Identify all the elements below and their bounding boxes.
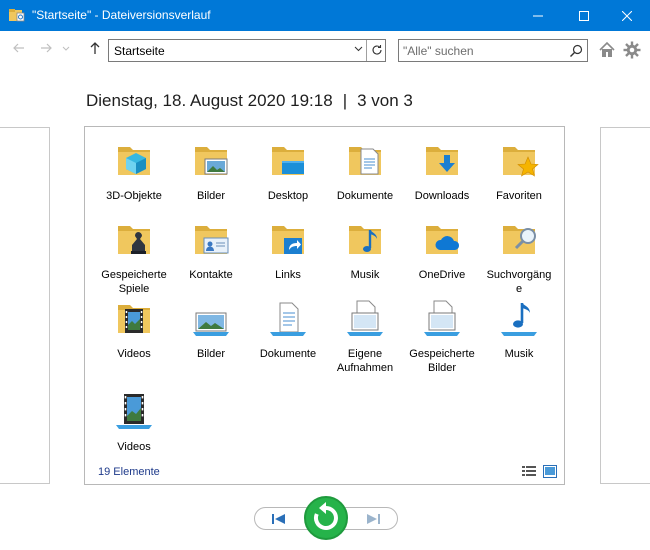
item-label: Favoriten xyxy=(496,190,542,202)
refresh-button[interactable] xyxy=(366,40,386,61)
list-item[interactable]: Downloads xyxy=(407,137,477,203)
search-box[interactable] xyxy=(398,39,588,62)
search-input[interactable] xyxy=(403,42,563,59)
item-label: Bilder xyxy=(196,190,226,202)
forward-button[interactable] xyxy=(37,41,55,59)
snapshot-header: Dienstag, 18. August 2020 19:18 | 3 von 3 xyxy=(86,91,413,111)
list-item[interactable]: Bilder xyxy=(176,137,246,203)
item-label: Gespeicherte Spiele xyxy=(101,269,167,295)
item-label: Musik xyxy=(504,348,534,360)
item-label: Gespeicherte Bilder xyxy=(409,348,475,374)
close-button[interactable] xyxy=(604,0,650,31)
item-label: OneDrive xyxy=(418,269,466,281)
folder-pictures-icon xyxy=(195,147,228,175)
refresh-icon xyxy=(371,45,382,55)
search-icon[interactable] xyxy=(568,43,584,59)
list-item[interactable]: Gespeicherte Bilder xyxy=(407,295,477,375)
restore-button[interactable] xyxy=(304,496,348,540)
close-icon xyxy=(622,10,632,21)
large-icons-view-icon[interactable] xyxy=(543,465,557,478)
up-button[interactable] xyxy=(86,41,104,59)
skip-previous-icon xyxy=(272,514,285,524)
folder-desktop-icon xyxy=(272,147,304,175)
address-text: Startseite xyxy=(114,44,165,58)
header-separator: | xyxy=(342,91,348,110)
item-label: Eigene Aufnahmen xyxy=(336,348,394,374)
file-list-panel: 3D-Objekte Bilder Desktop Dokumente Down… xyxy=(84,126,565,485)
snapshot-date: Dienstag, 18. August 2020 19:18 xyxy=(86,91,333,110)
library-recordings-icon xyxy=(347,300,383,336)
item-label: Desktop xyxy=(267,190,309,202)
snapshot-position: 3 von 3 xyxy=(357,91,413,110)
item-label: Videos xyxy=(117,441,151,453)
item-label: Bilder xyxy=(196,348,226,360)
next-snapshot-panel[interactable] xyxy=(600,127,650,484)
list-item[interactable]: OneDrive xyxy=(407,216,477,282)
list-item[interactable]: Kontakte xyxy=(176,216,246,282)
list-item[interactable]: Dokumente xyxy=(253,295,323,361)
minimize-button[interactable] xyxy=(515,0,561,31)
item-label: Videos xyxy=(117,348,151,360)
folder-3d-icon xyxy=(118,147,150,175)
list-item[interactable]: Favoriten xyxy=(484,137,554,203)
previous-snapshot-panel[interactable] xyxy=(0,127,50,484)
chevron-down-icon xyxy=(62,46,70,51)
library-videos-icon xyxy=(116,394,152,429)
item-count: 19 Elemente xyxy=(98,466,160,478)
maximize-button[interactable] xyxy=(561,0,607,31)
list-item[interactable]: Desktop xyxy=(253,137,323,203)
file-history-app-icon xyxy=(9,9,25,22)
folder-saved-games-icon xyxy=(118,226,150,254)
folder-links-icon xyxy=(272,226,304,254)
list-item[interactable]: Musik xyxy=(484,295,554,361)
item-label: Dokumente xyxy=(336,190,394,202)
skip-next-icon xyxy=(367,514,380,524)
item-label: Downloads xyxy=(414,190,470,202)
restore-icon xyxy=(314,502,338,530)
chevron-down-icon xyxy=(354,46,363,52)
folder-videos-icon xyxy=(118,305,150,333)
folder-onedrive-icon xyxy=(426,226,460,254)
list-item[interactable]: Suchvorgänge xyxy=(484,216,554,296)
item-label: Musik xyxy=(350,269,380,281)
back-button[interactable] xyxy=(10,41,28,59)
window-title: "Startseite" - Dateiversionsverlauf xyxy=(32,8,211,22)
folder-documents-icon xyxy=(349,147,381,175)
list-item[interactable]: Links xyxy=(253,216,323,282)
list-item[interactable]: Videos xyxy=(99,295,169,361)
folder-searches-icon xyxy=(503,226,536,254)
title-bar: "Startseite" - Dateiversionsverlauf xyxy=(0,0,650,31)
item-label: Dokumente xyxy=(259,348,317,360)
item-label: Kontakte xyxy=(189,269,233,281)
list-item[interactable]: Dokumente xyxy=(330,137,400,203)
list-item[interactable]: Gespeicherte Spiele xyxy=(99,216,169,296)
library-pictures-icon xyxy=(193,312,229,336)
item-label: 3D-Objekte xyxy=(106,190,162,202)
folder-music-icon xyxy=(349,226,381,254)
item-label: Suchvorgänge xyxy=(486,269,552,295)
list-item[interactable]: Musik xyxy=(330,216,400,282)
address-dropdown-button[interactable] xyxy=(352,40,365,61)
maximize-icon xyxy=(579,10,589,21)
library-music-icon xyxy=(501,303,537,336)
folder-contacts-icon xyxy=(195,226,229,254)
list-item[interactable]: Videos xyxy=(99,388,169,454)
settings-gear-icon[interactable] xyxy=(623,41,641,59)
folder-downloads-icon xyxy=(426,147,458,175)
list-item[interactable]: 3D-Objekte xyxy=(99,137,169,203)
list-item[interactable]: Bilder xyxy=(176,295,246,361)
address-bar[interactable]: Startseite xyxy=(108,39,386,62)
library-documents-icon xyxy=(270,302,306,336)
details-view-icon[interactable] xyxy=(522,465,536,478)
arrow-right-icon xyxy=(41,43,52,53)
item-label: Links xyxy=(275,269,301,281)
recent-locations-button[interactable] xyxy=(60,41,72,59)
list-item[interactable]: Eigene Aufnahmen xyxy=(330,295,400,375)
folder-favorites-icon xyxy=(503,147,539,177)
arrow-up-icon xyxy=(90,42,100,54)
home-icon[interactable] xyxy=(598,41,616,59)
minimize-icon xyxy=(533,15,543,16)
arrow-left-icon xyxy=(13,43,24,53)
library-saved-pictures-icon xyxy=(424,300,460,336)
